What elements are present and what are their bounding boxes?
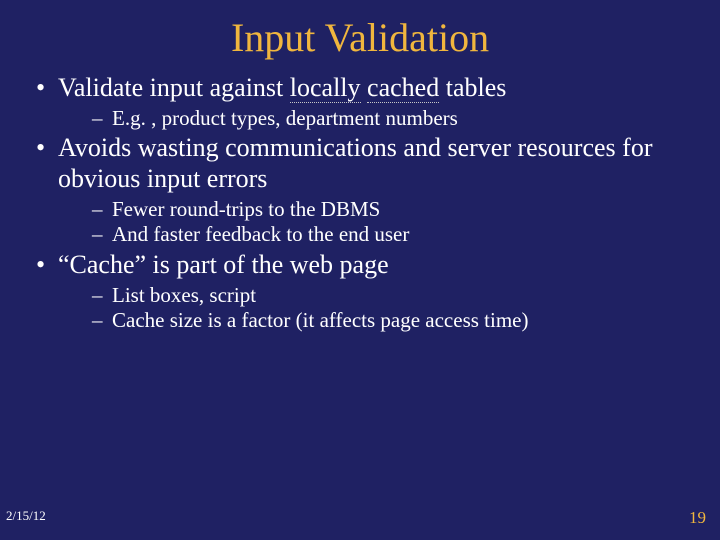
bullet-1-text-pre: Validate input against bbox=[58, 73, 290, 102]
bullet-2-sub-2: And faster feedback to the end user bbox=[58, 222, 692, 248]
bullet-2: Avoids wasting communications and server… bbox=[28, 133, 692, 248]
bullet-2-sublist: Fewer round-trips to the DBMS And faster… bbox=[58, 197, 692, 248]
bullet-3-sub-1: List boxes, script bbox=[58, 283, 692, 309]
bullet-1: Validate input against locally cached ta… bbox=[28, 73, 692, 131]
slide-body: Validate input against locally cached ta… bbox=[0, 61, 720, 334]
footer-page-number: 19 bbox=[689, 508, 706, 528]
bullet-2-text: Avoids wasting communications and server… bbox=[58, 133, 652, 193]
bullet-1-sub-1: E.g. , product types, department numbers bbox=[58, 106, 692, 132]
bullet-list: Validate input against locally cached ta… bbox=[28, 73, 692, 334]
bullet-3: “Cache” is part of the web page List box… bbox=[28, 250, 692, 334]
bullet-3-text: “Cache” is part of the web page bbox=[58, 250, 389, 279]
bullet-2-sub-1: Fewer round-trips to the DBMS bbox=[58, 197, 692, 223]
bullet-3-sub-2: Cache size is a factor (it affects page … bbox=[58, 308, 692, 334]
bullet-1-underline-cached: cached bbox=[367, 73, 439, 103]
bullet-1-text-post: tables bbox=[439, 73, 506, 102]
slide-title: Input Validation bbox=[0, 0, 720, 61]
bullet-1-underline-locally: locally bbox=[290, 73, 361, 103]
footer-date: 2/15/12 bbox=[6, 508, 46, 524]
bullet-3-sublist: List boxes, script Cache size is a facto… bbox=[58, 283, 692, 334]
slide: Input Validation Validate input against … bbox=[0, 0, 720, 540]
bullet-1-sublist: E.g. , product types, department numbers bbox=[58, 106, 692, 132]
